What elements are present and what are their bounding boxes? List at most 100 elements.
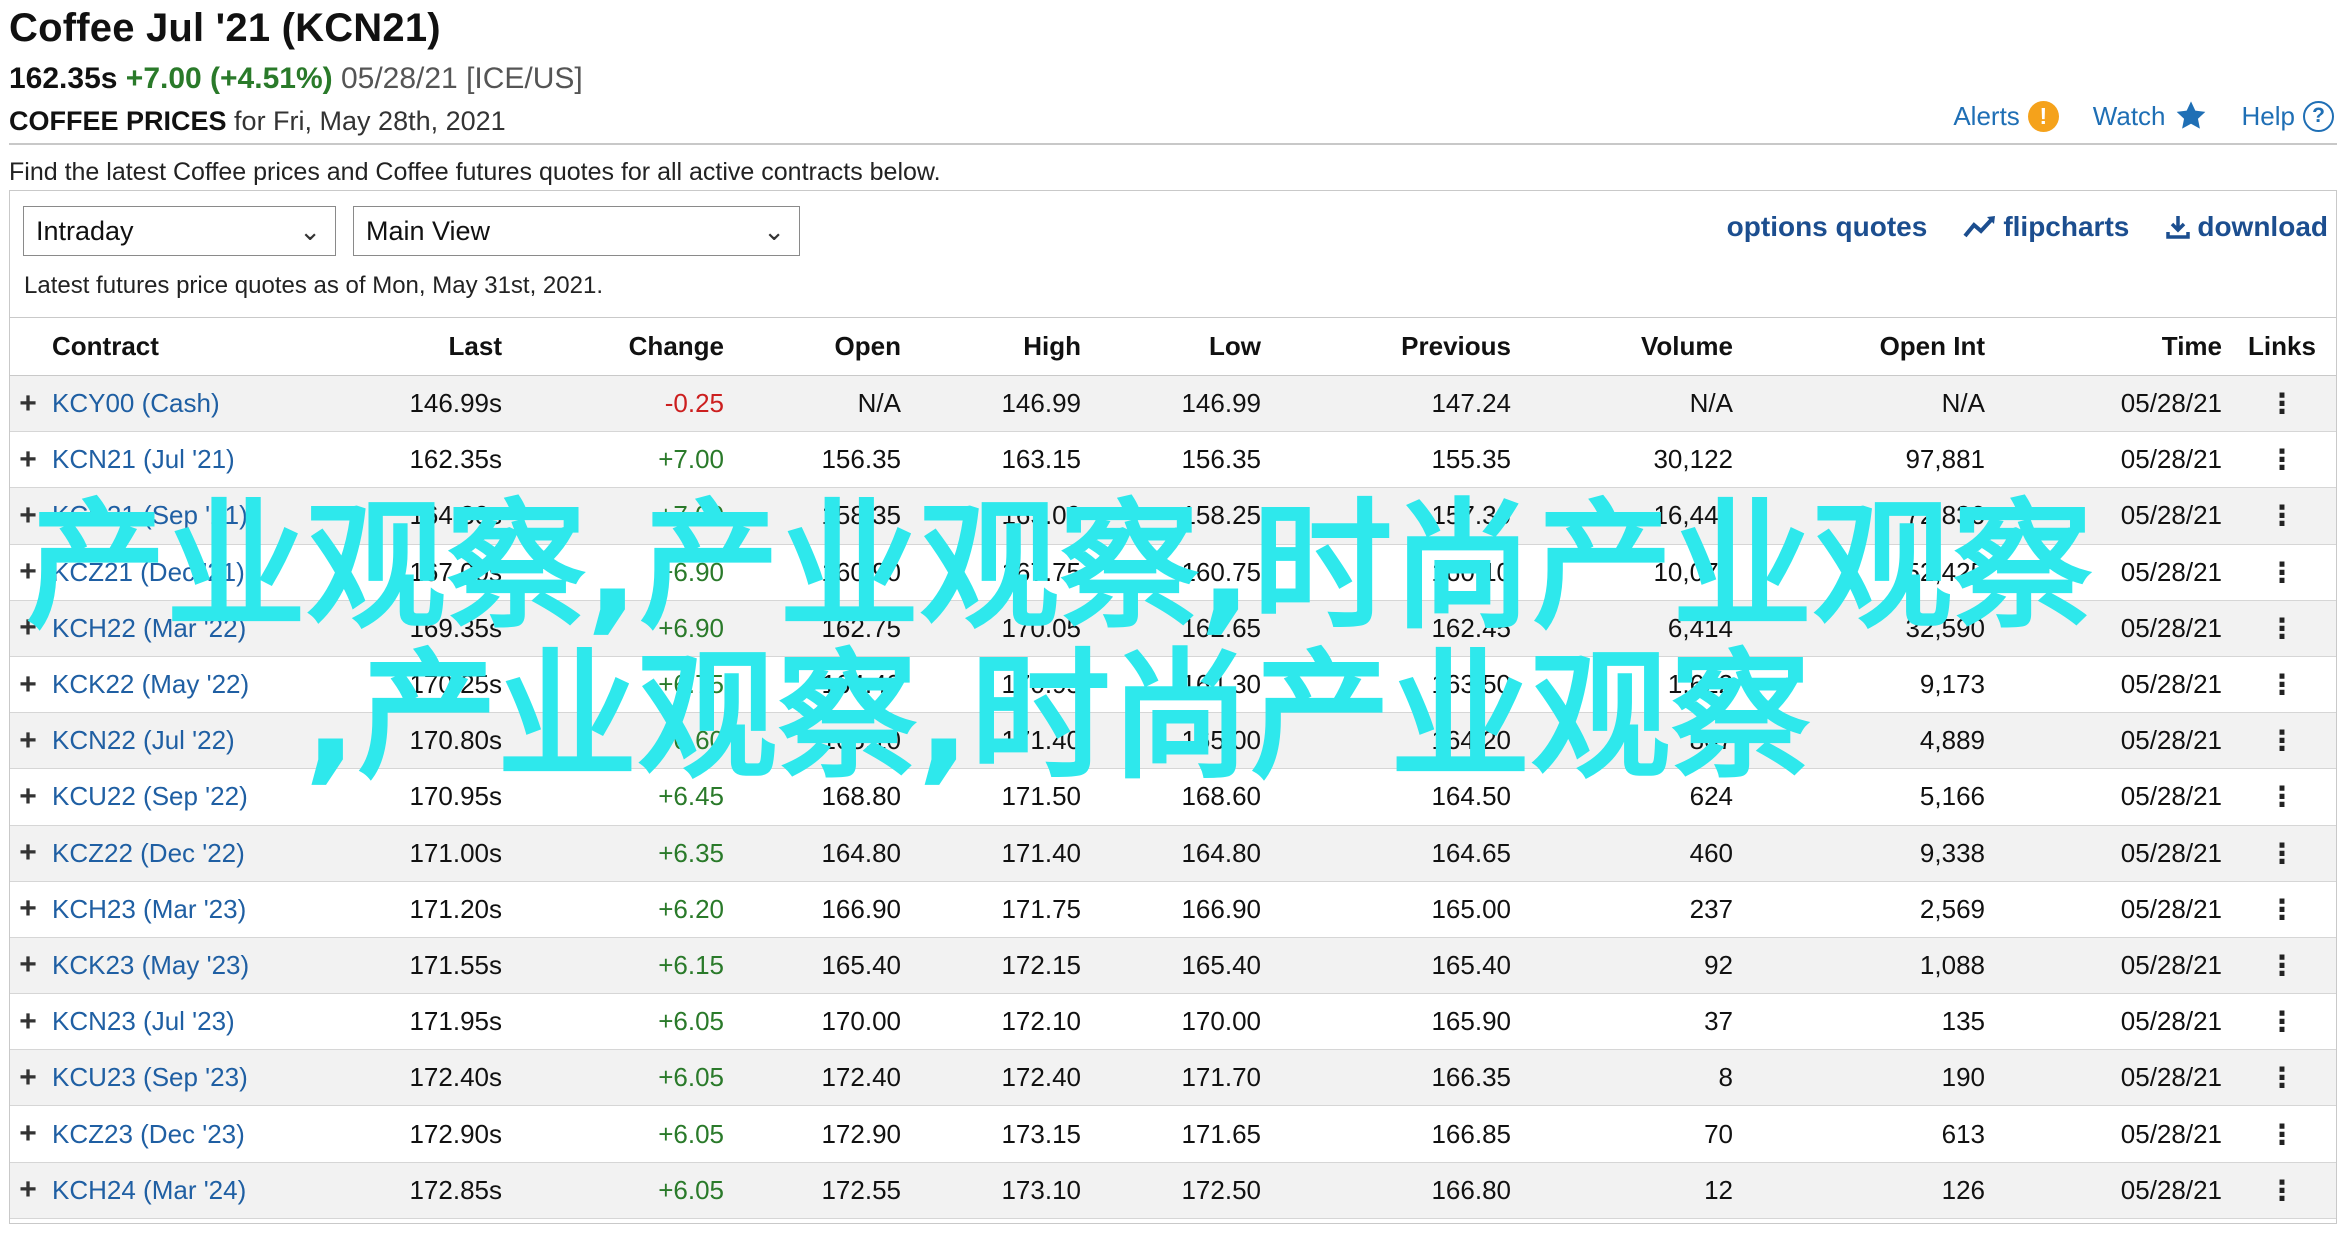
high-cell: 173.15 [1001,1118,1081,1149]
options-quotes-link[interactable]: options quotes [1727,211,1928,243]
links-menu-icon[interactable]: ⋮ [2228,994,2336,1050]
last-cell: 170.80s [409,725,502,756]
contract-cell[interactable]: KCZ21 (Dec '21) [46,544,336,600]
column-header-contract[interactable]: Contract [46,318,336,376]
column-header-previous[interactable]: Previous [1267,318,1517,376]
previous-cell: 162.45 [1431,612,1511,643]
time-cell: 05/28/21 [2120,1006,2222,1037]
last-cell: 171.00s [409,837,502,868]
column-header-open-int[interactable]: Open Int [1739,318,1991,376]
table-row: + KCN21 (Jul '21) 162.35s +7.00 156.35 163.15… [10,432,2336,488]
column-header-change[interactable]: Change [508,318,730,376]
expand-row-icon[interactable]: + [10,769,46,825]
column-header-open[interactable]: Open [730,318,907,376]
links-menu-icon[interactable]: ⋮ [2228,488,2336,544]
column-header-high[interactable]: High [907,318,1087,376]
contract-cell[interactable]: KCK22 (May '22) [46,656,336,712]
column-header-last[interactable]: Last [336,318,508,376]
low-cell: 158.25 [1181,500,1261,531]
chevron-down-icon: ⌄ [763,216,785,246]
expand-row-icon[interactable]: + [10,937,46,993]
view-select[interactable]: Main View ⌄ [353,206,800,256]
links-menu-icon[interactable]: ⋮ [2228,544,2336,600]
links-menu-icon[interactable]: ⋮ [2228,656,2336,712]
contract-cell[interactable]: KCN21 (Jul '21) [46,432,336,488]
contract-cell[interactable]: KCY00 (Cash) [46,376,336,432]
links-menu-icon[interactable]: ⋮ [2228,1106,2336,1162]
download-link[interactable]: download [2165,211,2328,243]
links-menu-icon[interactable]: ⋮ [2228,1050,2336,1106]
help-icon: ? [2303,100,2334,132]
contract-cell[interactable]: KCU22 (Sep '22) [46,769,336,825]
expand-row-icon[interactable]: + [10,376,46,432]
contract-cell[interactable]: KCH24 (Mar '24) [46,1162,336,1218]
high-cell: 170.95 [1001,669,1081,700]
contract-cell[interactable]: KCN23 (Jul '23) [46,994,336,1050]
contract-cell[interactable]: KCH23 (Mar '23) [46,881,336,937]
time-cell: 05/28/21 [2120,725,2222,756]
time-cell: 05/28/21 [2120,669,2222,700]
expand-row-icon[interactable]: + [10,1162,46,1218]
volume-cell: 807 [1689,725,1733,756]
high-cell: 171.50 [1001,781,1081,812]
change-cell: +6.05 [658,1006,724,1037]
help-link[interactable]: Help ? [2242,100,2334,132]
expand-row-icon[interactable]: + [10,656,46,712]
contract-cell[interactable]: KCK23 (May '23) [46,937,336,993]
last-cell: 169.35s [409,612,502,643]
low-cell: 156.35 [1181,444,1261,475]
expand-row-icon[interactable]: + [10,825,46,881]
last-price: 162.35s [9,62,118,95]
column-header-volume[interactable]: Volume [1517,318,1739,376]
change-cell: +6.20 [658,893,724,924]
view-select-value: Main View [366,216,491,246]
contract-cell[interactable]: KCH22 (Mar '22) [46,600,336,656]
links-menu-icon[interactable]: ⋮ [2228,937,2336,993]
high-cell: 170.05 [1001,612,1081,643]
watch-link[interactable]: Watch [2093,100,2208,132]
contract-cell[interactable]: KCZ22 (Dec '22) [46,825,336,881]
table-row: + KCU22 (Sep '22) 170.95s +6.45 168.80 171.50… [10,769,2336,825]
expand-row-icon[interactable]: + [10,432,46,488]
last-cell: 172.85s [409,1174,502,1205]
expand-row-icon[interactable]: + [10,600,46,656]
expand-row-icon[interactable]: + [10,544,46,600]
expand-row-icon[interactable]: + [10,1106,46,1162]
panel-actions: options quotes flipcharts download [1727,211,2328,243]
time-cell: 05/28/21 [2120,556,2222,587]
contract-cell[interactable]: KCU23 (Sep '23) [46,1050,336,1106]
alert-icon: ! [2027,100,2059,132]
flipcharts-link[interactable]: flipcharts [1963,211,2129,243]
links-menu-icon[interactable]: ⋮ [2228,769,2336,825]
contract-cell[interactable]: KCZ23 (Dec '23) [46,1106,336,1162]
links-menu-icon[interactable]: ⋮ [2228,432,2336,488]
open-cell: 172.90 [821,1118,901,1149]
table-row: + KCU21 (Sep '21) 164.30s +7.00 158.35 165.00… [10,487,2336,545]
expand-row-icon[interactable]: + [10,881,46,937]
links-menu-icon[interactable]: ⋮ [2228,881,2336,937]
column-header-low[interactable]: Low [1087,318,1267,376]
expand-row-icon[interactable]: + [10,713,46,769]
chevron-down-icon: ⌄ [299,216,321,246]
column-header-time[interactable]: Time [1991,318,2228,376]
links-menu-icon[interactable]: ⋮ [2228,600,2336,656]
expand-row-icon[interactable]: + [10,488,46,544]
change-cell: +7.00 [658,500,724,531]
previous-cell: 166.85 [1431,1118,1511,1149]
links-menu-icon[interactable]: ⋮ [2228,376,2336,432]
low-cell: 160.75 [1181,556,1261,587]
low-cell: 171.65 [1181,1118,1261,1149]
contract-cell[interactable]: KCN22 (Jul '22) [46,713,336,769]
expand-row-icon[interactable]: + [10,994,46,1050]
expand-row-icon[interactable]: + [10,1050,46,1106]
alerts-link[interactable]: Alerts ! [1953,100,2059,132]
contract-cell[interactable]: KCU21 (Sep '21) [46,488,336,544]
time-cell: 05/28/21 [2120,893,2222,924]
links-menu-icon[interactable]: ⋮ [2228,713,2336,769]
links-menu-icon[interactable]: ⋮ [2228,825,2336,881]
period-select[interactable]: Intraday ⌄ [23,206,336,256]
links-menu-icon[interactable]: ⋮ [2228,1162,2336,1218]
high-cell: 163.15 [1001,444,1081,475]
price-change: +7.00 (+4.51%) [125,62,333,95]
low-cell: 168.60 [1181,781,1261,812]
